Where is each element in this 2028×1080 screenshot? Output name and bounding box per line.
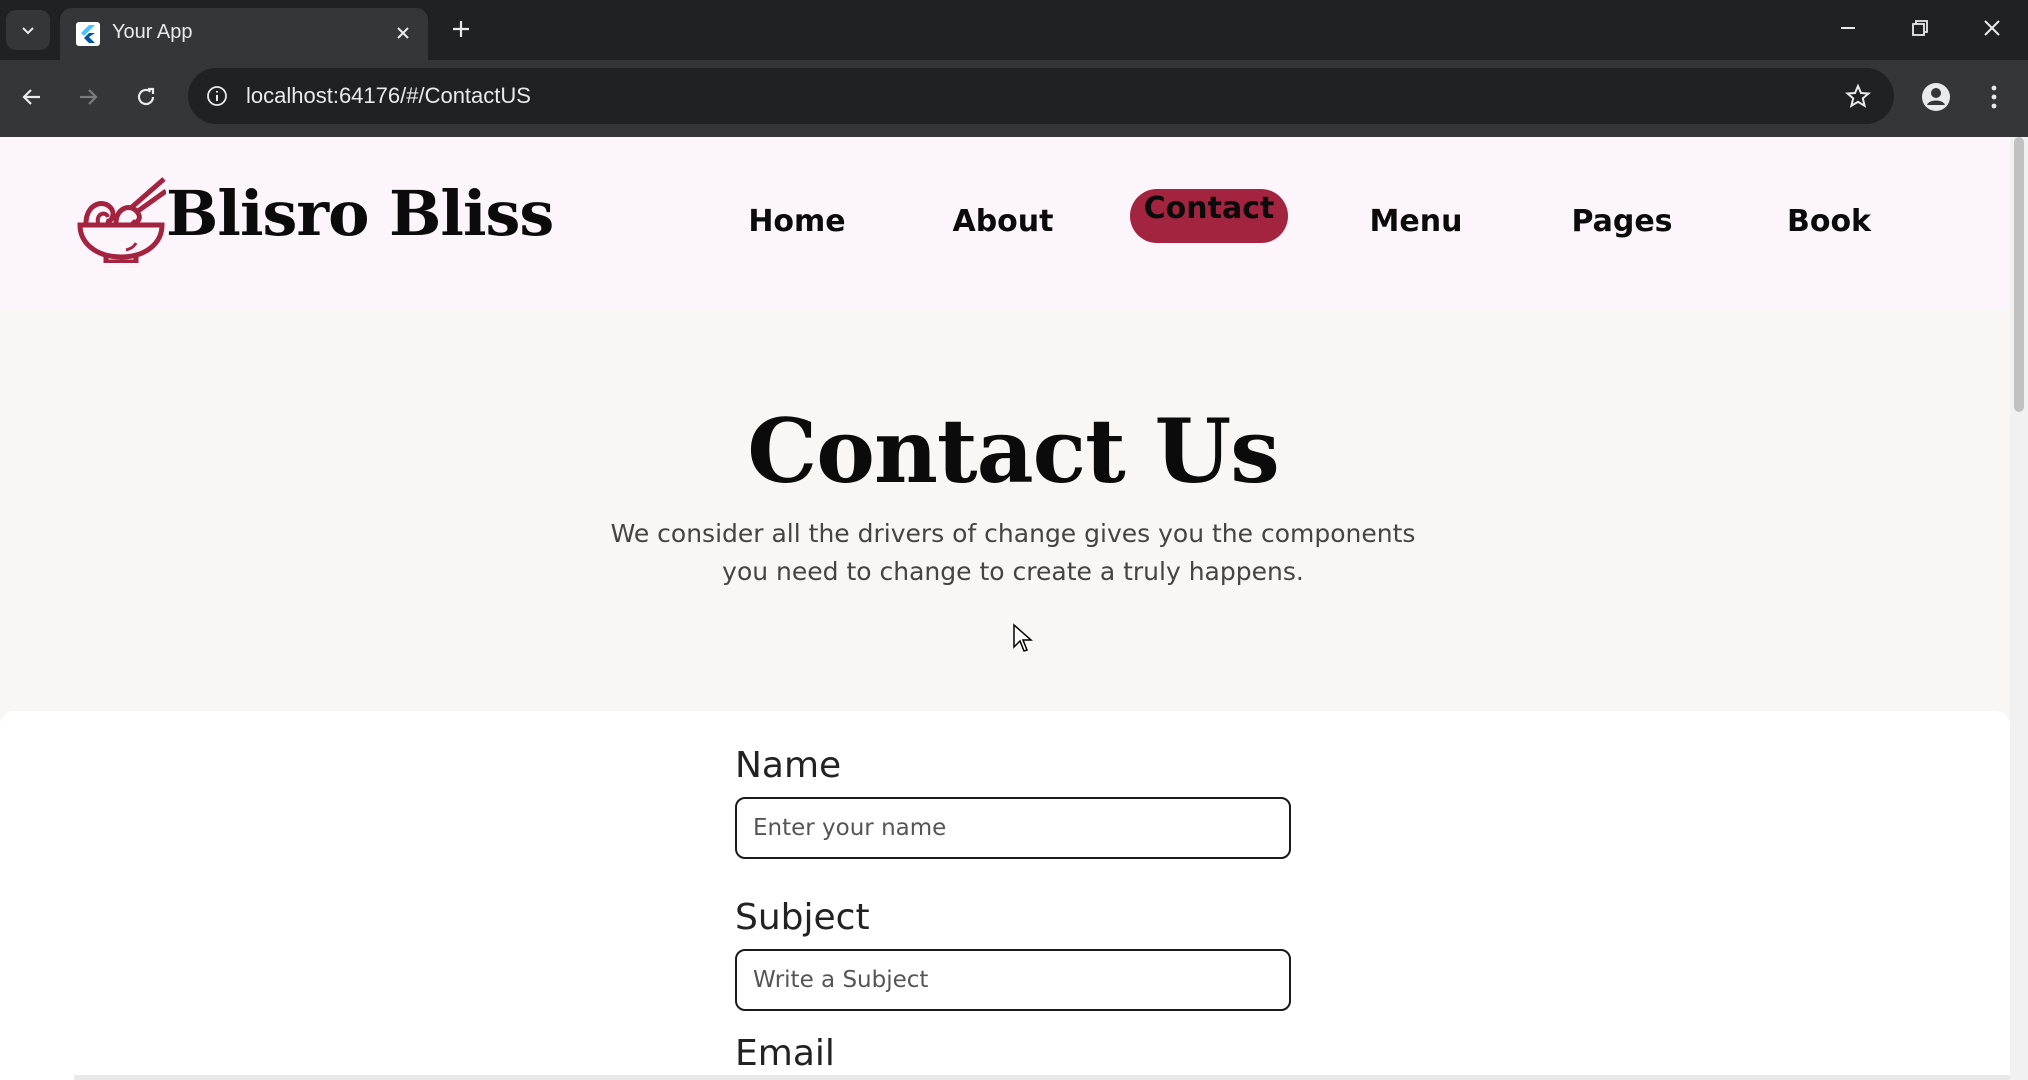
arrow-right-icon <box>80 89 98 105</box>
nav-item-pages[interactable]: Pages <box>1568 193 1676 249</box>
star-icon[interactable] <box>1842 80 1874 112</box>
close-icon[interactable] <box>390 20 416 46</box>
nav-item-menu[interactable]: Menu <box>1366 193 1466 249</box>
nav-item-about[interactable]: About <box>944 193 1062 249</box>
browser-menu-button[interactable] <box>1974 77 2014 117</box>
nav-item-book[interactable]: Book <box>1780 193 1878 249</box>
close-window-button[interactable] <box>1972 8 2012 48</box>
plus-icon <box>453 21 469 37</box>
brand-name[interactable]: Blisro Bliss <box>166 177 554 250</box>
subject-label: Subject <box>735 897 870 938</box>
site-header: Blisro Bliss Home About Contact Menu Pag… <box>0 137 2010 309</box>
nav-item-home[interactable]: Home <box>740 193 854 249</box>
forward-button[interactable] <box>68 77 108 117</box>
tab-strip: Your App <box>0 0 2028 60</box>
tab-title: Your App <box>112 21 193 43</box>
profile-button[interactable] <box>1916 77 1956 117</box>
profile-icon <box>1922 83 1950 111</box>
name-field[interactable] <box>735 797 1291 859</box>
hero-subtitle-line-1: We consider all the drivers of change gi… <box>610 519 1416 548</box>
url-text[interactable]: localhost:64176/#/ContactUS <box>246 83 531 109</box>
nav-item-contact[interactable]: Contact <box>1130 189 1288 243</box>
address-bar[interactable]: localhost:64176/#/ContactUS <box>188 68 1894 124</box>
page-viewport: Blisro Bliss Home About Contact Menu Pag… <box>0 137 2028 1080</box>
tab-search-button[interactable] <box>6 10 50 50</box>
arrow-left-icon <box>22 89 40 105</box>
reload-button[interactable] <box>126 77 166 117</box>
reload-icon <box>137 87 155 106</box>
restore-button[interactable] <box>1900 8 1940 48</box>
hero-subtitle-line-2: you need to change to create a truly hap… <box>722 557 1304 586</box>
info-icon[interactable] <box>200 79 234 113</box>
minimize-button[interactable] <box>1828 8 1868 48</box>
hero-subtitle: We consider all the drivers of change gi… <box>610 515 1416 591</box>
subject-field[interactable] <box>735 949 1291 1011</box>
browser-tab[interactable]: Your App <box>60 8 428 60</box>
chevron-down-icon <box>22 27 34 35</box>
browser-toolbar: localhost:64176/#/ContactUS <box>0 60 2028 137</box>
scrollbar-thumb[interactable] <box>2014 137 2024 412</box>
name-label: Name <box>735 745 842 786</box>
minimize-icon <box>1841 27 1855 29</box>
email-label: Email <box>735 1033 835 1074</box>
browser-window: Your App localhost:64176/#/ContactUS Bli… <box>0 0 2028 1080</box>
close-icon <box>1984 20 2000 36</box>
contact-form: Name Subject Email <box>0 711 2010 1080</box>
restore-icon <box>1912 20 1928 36</box>
divider <box>74 1075 2010 1080</box>
noodle-bowl-icon[interactable] <box>76 177 166 263</box>
new-tab-button[interactable] <box>444 12 478 46</box>
kebab-menu-icon <box>1991 85 1997 109</box>
page-scrollbar[interactable] <box>2010 137 2028 1080</box>
back-button[interactable] <box>12 77 52 117</box>
mouse-cursor-icon <box>1013 623 1033 652</box>
page-title: Contact Us <box>747 399 1280 503</box>
flutter-icon <box>76 22 100 46</box>
